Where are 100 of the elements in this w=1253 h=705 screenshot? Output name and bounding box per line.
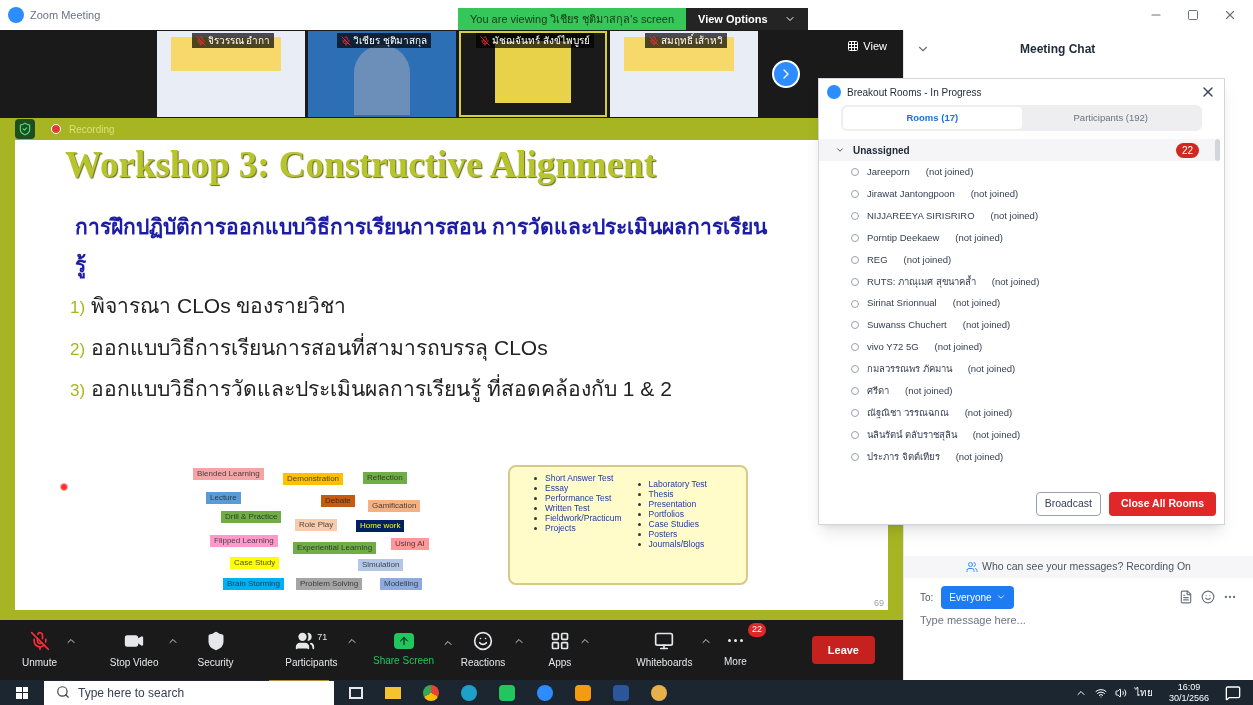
method-tag: Role Play — [295, 519, 338, 531]
app-icon[interactable] — [651, 684, 667, 701]
toolbar-button[interactable]: Whiteboards — [636, 630, 693, 670]
bullet-icon — [637, 482, 641, 486]
bullet-icon — [637, 502, 641, 506]
method-tag: Reflection — [363, 472, 407, 484]
grid-icon — [847, 40, 860, 53]
person-silhouette — [354, 45, 410, 115]
join-status: (not joined) — [952, 296, 1001, 311]
file-icon[interactable] — [1179, 590, 1193, 604]
chat-notice: Who can see your messages? Recording On — [982, 559, 1191, 575]
join-status: (not joined) — [964, 405, 1013, 420]
language-indicator[interactable]: ไทย — [1134, 685, 1153, 700]
participant-name: Jareeporn — [867, 165, 910, 180]
participant-name: REG — [867, 252, 888, 267]
toolbar-button[interactable]: Reactions — [460, 630, 506, 670]
apps-icon — [549, 630, 570, 651]
broadcast-button[interactable]: Broadcast — [1035, 492, 1101, 516]
toolbar-button[interactable]: Security — [197, 630, 234, 670]
muted-mic-icon — [195, 35, 206, 46]
bullet-icon — [637, 522, 641, 526]
people-icon — [966, 561, 978, 573]
view-options-button[interactable]: View Options — [686, 8, 808, 30]
assessment-item: Essay — [545, 483, 569, 493]
emoji-icon[interactable] — [1201, 590, 1215, 604]
group-header[interactable]: Unassigned 22 — [819, 139, 1215, 162]
message-input[interactable]: Type message here... — [904, 612, 1253, 680]
chevron-down-icon — [995, 592, 1006, 602]
method-tag: Gamification — [368, 500, 421, 512]
app-icon[interactable] — [575, 684, 591, 701]
slide-item: ออกแบบวิธีการวัดและประเมินผลการเรียนรู้ ที่สอดคล้องกับ 1 & 2 — [91, 373, 672, 405]
clock[interactable]: 16:09 30/1/2566 — [1168, 681, 1209, 704]
zoom-logo-icon — [827, 85, 841, 99]
bullet-icon — [534, 476, 537, 480]
participant-name: RUTS: ภาณุเมศ สุขนาคล้ำ — [867, 274, 976, 289]
slide-item: ออกแบบวิธีการเรียนการสอนที่สามารถบรรลุ CLOs — [91, 332, 548, 363]
count-badge: 22 — [1175, 142, 1199, 158]
volume-icon[interactable] — [1114, 686, 1127, 699]
zoom-logo-icon — [8, 7, 24, 23]
video-tile[interactable]: สมฤทธิ์ เส้าหวิ — [610, 31, 758, 117]
method-tag: Lecture — [206, 492, 241, 504]
laser-pointer-icon — [60, 483, 68, 491]
join-status: (not joined) — [962, 318, 1011, 333]
folder-icon[interactable] — [385, 686, 401, 699]
dialog-title: Breakout Rooms - In Progress — [847, 85, 982, 100]
participant-name: Sirinat Srionnual — [867, 296, 937, 311]
toolbar-button[interactable]: Unmute — [22, 630, 57, 670]
participant-name: ประภาร จิตต์เทียร — [867, 449, 940, 464]
assessment-item: Journals/Blogs — [648, 539, 705, 549]
participant-name: ศรีดา — [867, 383, 889, 398]
assessment-item: Posters — [648, 529, 678, 539]
close-all-rooms-button[interactable]: Close All Rooms — [1108, 492, 1216, 516]
participant-name: กมลวรรณพร ภัคมาน — [867, 362, 952, 377]
recipient-dropdown[interactable]: Everyone — [941, 585, 1014, 609]
taskbar-search-field[interactable]: Type here to search — [44, 680, 334, 705]
participants-icon — [295, 630, 316, 651]
scrollbar-thumb[interactable] — [1215, 139, 1220, 162]
task-view-icon[interactable] — [349, 686, 363, 699]
leave-button[interactable]: Leave — [811, 635, 875, 665]
method-tag: Modelling — [380, 578, 423, 590]
join-status: (not joined) — [972, 427, 1021, 442]
word-icon[interactable] — [613, 684, 629, 701]
muted-mic-icon — [480, 35, 491, 46]
video-tile[interactable]: จิรวรรณ อำกา — [157, 31, 305, 117]
page-number: 69 — [874, 596, 884, 610]
participant-name: Porntip Deekaew — [867, 230, 940, 245]
close-icon[interactable] — [1223, 8, 1237, 22]
video-tile[interactable]: มัชฌจันทร์ สังข์ไพบูรย์ — [459, 31, 607, 117]
assessment-item: Portfolios — [648, 509, 684, 519]
edge-icon[interactable] — [461, 684, 477, 701]
network-icon[interactable] — [1094, 686, 1107, 699]
line-app-icon[interactable] — [499, 684, 515, 701]
toolbar-button[interactable]: Share Screen — [373, 632, 435, 668]
toolbar-button[interactable]: Stop Video — [109, 630, 159, 670]
tab[interactable]: Participants (192) — [1021, 107, 1200, 130]
notifications-icon[interactable] — [1225, 684, 1241, 701]
assessment-item: Presentation — [648, 499, 697, 509]
next-page-icon[interactable] — [772, 60, 800, 88]
method-tag: Drill & Practice — [221, 511, 282, 523]
method-tag: Home work — [356, 520, 405, 532]
search-icon — [56, 685, 70, 699]
bullet-icon — [637, 542, 641, 546]
bullet-icon — [637, 512, 641, 516]
share-screen-icon — [393, 632, 414, 649]
assessment-item: Short Answer Test — [545, 473, 614, 483]
zoom-app-icon[interactable] — [537, 684, 553, 701]
method-tag: Blended Learning — [193, 468, 264, 480]
participant-name: vivo Y72 5G — [867, 340, 919, 355]
assessment-item: Thesis — [648, 489, 674, 499]
video-tile[interactable]: วิเชียร ชุติมาสกุล — [308, 31, 456, 117]
view-button[interactable]: View — [847, 38, 887, 55]
maximize-icon[interactable] — [1187, 9, 1199, 21]
toolbar-button[interactable]: Apps — [548, 630, 572, 670]
tab[interactable]: Rooms (17) — [843, 107, 1022, 130]
toolbar-button[interactable]: 71 Participants — [285, 630, 338, 670]
method-tag: Brain Storming — [223, 578, 284, 590]
join-status: (not joined) — [990, 208, 1039, 223]
more-icon — [727, 639, 743, 642]
date-text: 30/1/2566 — [1168, 692, 1209, 704]
chrome-icon[interactable] — [423, 684, 439, 701]
